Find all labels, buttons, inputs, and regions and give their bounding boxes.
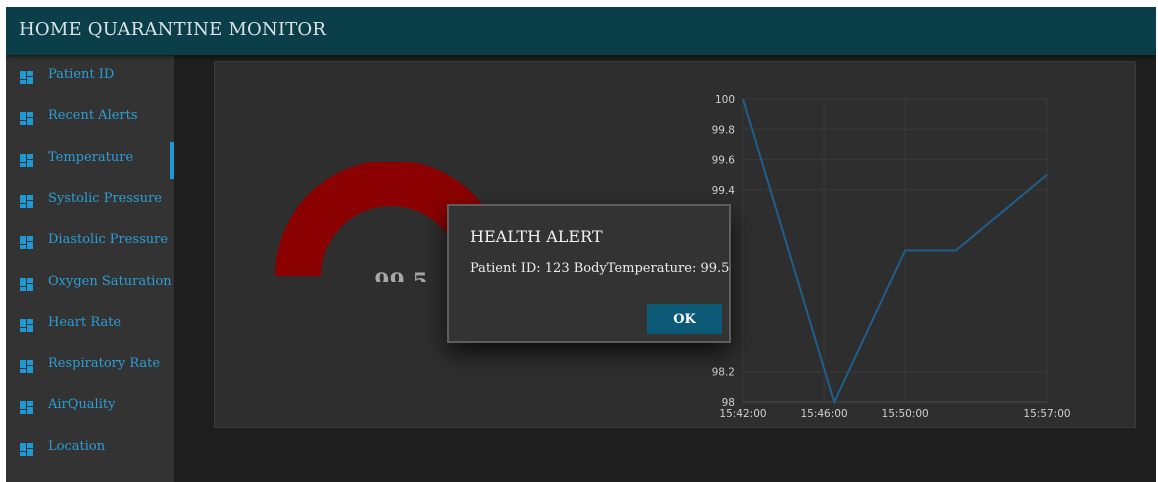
sidebar-item-label: Respiratory Rate — [48, 356, 161, 372]
series-line — [742, 98, 1048, 405]
sidebar-item-temperature[interactable]: Temperature — [6, 140, 174, 181]
x-tick-label: 15:46:00 — [800, 408, 847, 420]
sidebar-item-label: AirQuality — [48, 397, 116, 413]
gauge-value: 99.5 — [374, 269, 428, 282]
sidebar-item-label: Diastolic Pressure — [48, 232, 169, 248]
health-alert-dialog: HEALTH ALERT Patient ID: 123 BodyTempera… — [447, 204, 731, 343]
sidebar-item-systolic-pressure[interactable]: Systolic Pressure — [6, 181, 174, 222]
x-tick-label: 15:57:00 — [1023, 408, 1070, 420]
temperature-line-chart: 10099.899.699.498.298 15:42:00 15:46:00 15… — [712, 94, 1071, 420]
ok-button[interactable]: OK — [647, 304, 722, 334]
sidebar-nav: Patient ID Recent Alerts Temperature Systol… — [6, 55, 174, 482]
y-tick-label: 100 — [715, 94, 735, 106]
top-header: HOME QUARANTINE MONITOR — [6, 7, 1156, 55]
dashboard-icon — [20, 442, 33, 456]
sidebar-item-label: Systolic Pressure — [48, 190, 162, 206]
dashboard-icon — [20, 318, 33, 332]
dashboard-icon — [20, 401, 33, 415]
active-indicator — [170, 141, 174, 179]
chart-series — [742, 98, 1048, 405]
dialog-title: HEALTH ALERT — [470, 227, 603, 246]
y-tick-label: 98.2 — [712, 367, 735, 379]
dashboard-icon — [20, 153, 33, 167]
dashboard-icon — [20, 112, 33, 126]
dashboard-icon — [20, 194, 33, 208]
sidebar-item-respiratory-rate[interactable]: Respiratory Rate — [6, 346, 174, 387]
dashboard-icon — [20, 71, 33, 84]
y-tick-label: 99.6 — [712, 155, 736, 167]
x-tick-label: 15:42:00 — [719, 408, 766, 420]
sidebar-item-heart-rate[interactable]: Heart Rate — [6, 305, 174, 346]
y-tick-label: 99.4 — [712, 185, 736, 197]
dialog-message: Patient ID: 123 BodyTemperature: 99.5 — [470, 261, 730, 276]
dashboard-icon — [20, 360, 33, 374]
sidebar-item-label: Oxygen Saturation — [48, 273, 172, 289]
dashboard-icon — [20, 236, 33, 250]
chart-x-axis: 15:42:00 15:46:00 15:50:00 15:57:00 — [719, 408, 1070, 420]
dashboard-icon — [20, 277, 33, 291]
sidebar-item-oxygen-saturation[interactable]: Oxygen Saturation — [6, 264, 174, 305]
app-title: HOME QUARANTINE MONITOR — [19, 19, 327, 40]
sidebar-item-location[interactable]: Location — [6, 429, 174, 470]
sidebar-item-patient-id[interactable]: Patient ID — [6, 57, 174, 98]
x-tick-label: 15:50:00 — [882, 408, 929, 420]
sidebar-item-label: Recent Alerts — [48, 108, 138, 124]
sidebar-item-label: Patient ID — [48, 67, 115, 82]
sidebar-item-label: Temperature — [48, 149, 134, 165]
sidebar-item-recent-alerts[interactable]: Recent Alerts — [6, 98, 174, 139]
y-tick-label: 99.8 — [712, 124, 735, 136]
sidebar-item-label: Heart Rate — [48, 314, 122, 330]
sidebar-item-airquality[interactable]: AirQuality — [6, 387, 174, 428]
app-window: HOME QUARANTINE MONITOR Patient ID Recent… — [6, 7, 1156, 482]
sidebar-item-label: Location — [48, 438, 106, 454]
sidebar-item-diastolic-pressure[interactable]: Diastolic Pressure — [6, 222, 174, 263]
